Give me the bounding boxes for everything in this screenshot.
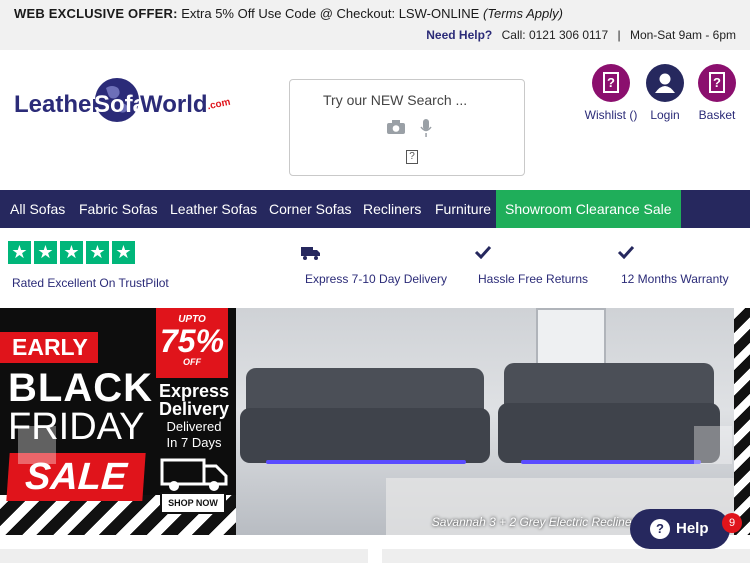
discount-badge: UPTO 75% OFF [156, 308, 228, 378]
star-icon: ★ [86, 241, 109, 264]
nav-showroom-clearance-sale[interactable]: Showroom Clearance Sale [496, 190, 681, 228]
nav-furniture[interactable]: Furniture [435, 190, 491, 228]
help-question-icon: ? [650, 519, 670, 539]
basket-link[interactable]: ? Basket [687, 64, 747, 122]
notification-badge: 9 [722, 513, 742, 533]
missing-image-icon: ? [406, 150, 418, 164]
basket-icon: ? [698, 64, 736, 102]
offer-text: WEB EXCLUSIVE OFFER: Extra 5% Off Use Co… [14, 6, 563, 21]
tile-right[interactable] [382, 549, 750, 563]
help-chat-button[interactable]: ? Help [630, 509, 730, 549]
main-nav: All Sofas Fabric Sofas Leather Sofas Cor… [0, 190, 750, 228]
offer-bold: WEB EXCLUSIVE OFFER: [14, 6, 178, 21]
star-icon: ★ [60, 241, 83, 264]
wishlist-label: Wishlist () [584, 108, 638, 122]
offer-code-text: Extra 5% Off Use Code @ Checkout: LSW-ON… [181, 6, 480, 21]
check-icon [474, 245, 492, 264]
delivery-text: Express 7-10 Day Delivery [305, 272, 448, 286]
camera-icon[interactable] [387, 120, 405, 139]
check-icon [617, 245, 635, 264]
delivery-truck-icon [301, 245, 321, 266]
separator: | [617, 28, 621, 42]
phone-number[interactable]: Call: 0121 306 0117 [502, 28, 609, 42]
help-line: Need Help? Call: 0121 306 0117 | Mon-Sat… [426, 28, 736, 42]
content-tiles [0, 545, 750, 563]
basket-label: Basket [698, 108, 736, 122]
star-icon: ★ [8, 241, 31, 264]
terms-link[interactable]: (Terms Apply) [483, 6, 563, 21]
search-box[interactable]: Try our NEW Search ... ? [289, 79, 525, 176]
site-header: Leather Sofa World .com Try our NEW Sear… [0, 50, 750, 190]
star-icon: ★ [34, 241, 57, 264]
user-icon [646, 64, 684, 102]
svg-text:Leather: Leather [14, 91, 101, 118]
black-friday-promo: EARLY BLACK FRIDAY SALE UPTO 75% OFF Exp… [0, 308, 236, 535]
site-logo[interactable]: Leather Sofa World .com [14, 68, 234, 128]
wishlist-link[interactable]: ? Wishlist () [581, 64, 641, 122]
warranty-text: 12 Months Warranty [621, 272, 729, 286]
wishlist-icon: ? [592, 64, 630, 102]
trustpilot-stars[interactable]: ★ ★ ★ ★ ★ [8, 241, 135, 264]
login-label: Login [650, 108, 680, 122]
promo-topbar: WEB EXCLUSIVE OFFER: Extra 5% Off Use Co… [0, 0, 750, 50]
opening-hours: Mon-Sat 9am - 6pm [629, 28, 736, 42]
tile-left[interactable] [0, 549, 368, 563]
search-input[interactable]: Try our NEW Search ... [323, 92, 467, 108]
nav-leather-sofas[interactable]: Leather Sofas [170, 190, 257, 228]
need-help-link[interactable]: Need Help? [426, 28, 492, 42]
star-icon: ★ [112, 241, 135, 264]
login-link[interactable]: Login [635, 64, 695, 122]
hero-banner[interactable]: EARLY BLACK FRIDAY SALE UPTO 75% OFF Exp… [0, 308, 750, 535]
svg-text:.com: .com [206, 97, 231, 113]
express-delivery-text: Express Delivery Delivered In 7 Days [158, 381, 230, 450]
van-icon [158, 454, 230, 497]
black-label: BLACK [8, 366, 153, 410]
usp-strip: ★ ★ ★ ★ ★ Rated Excellent On TrustPilot … [0, 228, 750, 308]
carousel-prev-button[interactable] [18, 426, 56, 464]
nav-fabric-sofas[interactable]: Fabric Sofas [79, 190, 158, 228]
returns-text: Hassle Free Returns [478, 272, 589, 286]
svg-text:World: World [140, 91, 208, 118]
microphone-icon[interactable] [420, 119, 432, 142]
early-label: EARLY [0, 332, 98, 363]
trustpilot-rating-text[interactable]: Rated Excellent On TrustPilot [12, 276, 169, 290]
svg-text:Sofa: Sofa [94, 91, 147, 118]
help-label: Help [676, 520, 709, 537]
sofa-photo: Savannah 3 + 2 Grey Electric Recliners W… [236, 308, 750, 535]
nav-recliners[interactable]: Recliners [363, 190, 421, 228]
carousel-next-button[interactable] [694, 426, 732, 464]
shop-now-button[interactable]: SHOP NOW [160, 492, 226, 514]
nav-all-sofas[interactable]: All Sofas [10, 190, 65, 228]
nav-corner-sofas[interactable]: Corner Sofas [269, 190, 351, 228]
